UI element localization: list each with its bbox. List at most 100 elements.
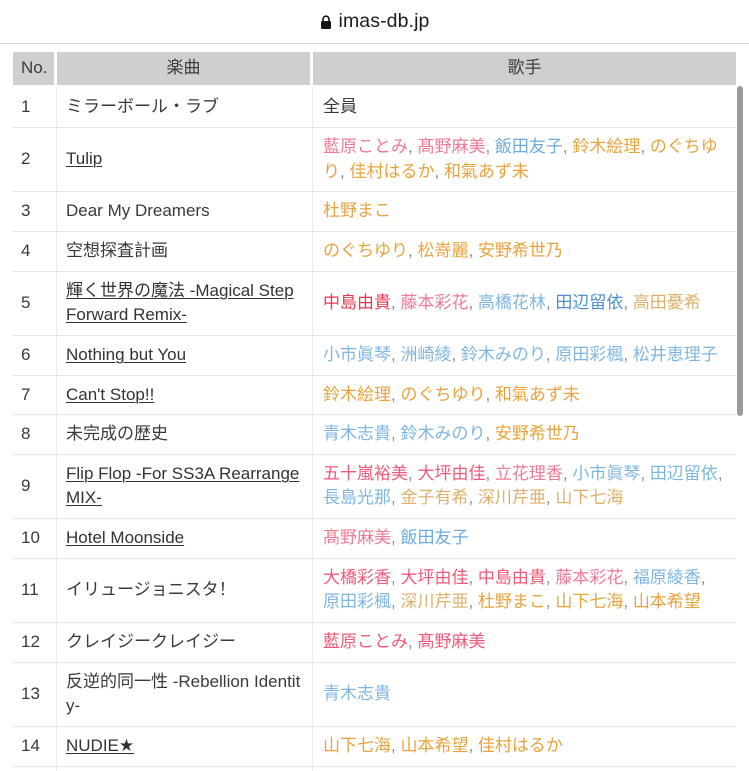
singer-separator: ,	[545, 592, 556, 612]
singer-link[interactable]: 髙野麻美	[417, 632, 485, 651]
singer-link[interactable]: 金子有希	[400, 488, 468, 507]
song-title-link[interactable]: 輝く世界の魔法 -Magical Step Forward Remix-	[66, 281, 294, 325]
singer-link[interactable]: 中島由貴	[323, 293, 391, 312]
singer-link[interactable]: 山本希望	[400, 736, 468, 755]
singer-link[interactable]: 長島光那	[323, 488, 391, 507]
song-title-link[interactable]: Flip Flop -For SS3A Rearrange MIX-	[66, 464, 299, 508]
singer-link[interactable]: 藤本彩花	[555, 568, 623, 587]
singer-list-cell: 大橋彩香, 大坪由佳, 中島由貴, 藤本彩花, 福原綾香, 原田彩楓, 深川芹亜…	[313, 559, 736, 623]
song-title-cell: 未完成の歴史	[57, 415, 313, 455]
singer-link[interactable]: 髙野麻美	[417, 137, 485, 156]
singer-link[interactable]: 安野希世乃	[478, 241, 563, 260]
singer-link[interactable]: のぐちゆり	[323, 241, 408, 260]
singer-separator: ,	[562, 463, 573, 483]
singer-link[interactable]: 田辺留依	[650, 464, 718, 483]
singer-separator: ,	[485, 384, 495, 404]
singer-list-cell: のぐちゆり, 松嵜麗, 安野希世乃	[313, 232, 736, 272]
singer-link[interactable]: 大橋彩香	[323, 568, 391, 587]
singer-list-cell: 髙野麻美, 飯田友子	[313, 519, 736, 559]
singer-list-cell: 山下七海, 山本希望, 佳村はるか	[313, 727, 736, 767]
singer-link[interactable]: 大坪由佳	[400, 568, 468, 587]
song-title-cell: Tulip	[57, 128, 313, 193]
singer-link[interactable]: 佳村はるか	[478, 736, 563, 755]
singer-separator: ,	[623, 344, 633, 364]
singer-link[interactable]: 杜野まこ	[323, 201, 391, 220]
singer-link[interactable]: 鈴木絵理	[572, 137, 640, 156]
singer-list-cell: 全員	[313, 88, 736, 129]
singer-link[interactable]: 山下七海	[555, 592, 623, 611]
singer-link[interactable]: 鈴木絵理	[323, 385, 391, 404]
singer-link[interactable]: 飯田友子	[495, 137, 563, 156]
table-row: 4 空想探査計画 のぐちゆり, 松嵜麗, 安野希世乃	[13, 231, 736, 272]
singer-link[interactable]: 青木志貴	[323, 424, 391, 443]
singer-separator: ,	[485, 463, 495, 483]
row-number: 7	[13, 375, 57, 416]
singer-link[interactable]: 髙野麻美	[323, 528, 391, 547]
singer-link[interactable]: 藍原ことみ	[323, 632, 408, 651]
singer-link[interactable]: 和氣あず未	[495, 385, 580, 404]
song-title-cell: Can't Stop!!	[57, 375, 313, 416]
singer-link[interactable]: 小市眞琴	[323, 345, 391, 364]
singer-list-cell: 青木志貴, 鈴木みのり, 安野希世乃	[313, 415, 736, 455]
song-title-link[interactable]: Hotel Moonside	[66, 528, 184, 547]
singer-link[interactable]: 高田憂希	[633, 293, 701, 312]
singer-link[interactable]: 全員	[323, 97, 357, 116]
singer-link[interactable]: 松嵜麗	[417, 241, 468, 260]
singer-link[interactable]: 山本希望	[633, 592, 701, 611]
song-title-link[interactable]: Tulip	[66, 149, 102, 168]
singer-list-cell: 藍原ことみ, 髙野麻美	[313, 623, 736, 663]
singer-link[interactable]: 原田彩楓	[323, 592, 391, 611]
singer-link[interactable]: 原田彩楓	[555, 345, 623, 364]
song-title-cell: 空想探査計画	[57, 231, 313, 272]
singer-link[interactable]: 田辺留依	[555, 293, 623, 312]
vertical-scrollbar-track[interactable]	[737, 44, 747, 771]
singer-separator: ,	[485, 424, 495, 444]
singer-link[interactable]: 杜野まこ	[478, 592, 546, 611]
singer-link[interactable]: のぐちゆり	[400, 385, 485, 404]
singer-link[interactable]: 飯田友子	[400, 528, 468, 547]
vertical-scrollbar-thumb[interactable]	[737, 86, 743, 416]
song-title-cell: Nation Blue	[57, 766, 313, 771]
song-title-link[interactable]: NUDIE★	[66, 736, 134, 755]
singer-link[interactable]: 洲崎綾	[400, 345, 451, 364]
singer-link[interactable]: 和氣あず未	[444, 162, 529, 181]
singer-link[interactable]: 山下七海	[555, 488, 623, 507]
singer-link[interactable]: 鈴木みのり	[400, 424, 485, 443]
singer-link[interactable]: 五十嵐裕美	[323, 464, 408, 483]
singer-link[interactable]: 深川芹亜	[478, 488, 546, 507]
singer-link[interactable]: 松井恵理子	[633, 345, 718, 364]
row-number: 11	[13, 558, 57, 623]
singer-link[interactable]: 小市眞琴	[572, 464, 640, 483]
singer-link[interactable]: 高橋花林	[478, 293, 546, 312]
table-row: 15Nation Blue大空直美, 立花理香, 松井恵理子, 高田憂希, 松嵜…	[13, 766, 736, 771]
singer-link[interactable]: 福原綾香	[633, 568, 701, 587]
song-title-link[interactable]: Nothing but You	[66, 345, 186, 364]
singer-link[interactable]: 鈴木みのり	[461, 345, 546, 364]
singer-link[interactable]: 立花理香	[495, 464, 563, 483]
url-bar-content[interactable]: imas-db.jp	[320, 10, 430, 33]
singer-separator: ,	[468, 567, 478, 587]
song-title-text: イリュージョニスタ！	[66, 580, 236, 600]
table-row: 10 Hotel Moonside 髙野麻美, 飯田友子	[13, 519, 736, 559]
lock-icon	[320, 15, 332, 30]
singer-link[interactable]: 安野希世乃	[495, 424, 580, 443]
song-title-cell: クレイジークレイジー	[57, 623, 313, 663]
singer-link[interactable]: 佳村はるか	[349, 162, 434, 181]
table-row: 5 輝く世界の魔法 -Magical Step Forward Remix- 中島由…	[13, 271, 736, 336]
song-title-cell: Nothing but You	[57, 335, 313, 376]
singer-link[interactable]: 中島由貴	[478, 568, 546, 587]
singer-link[interactable]: 藍原ことみ	[323, 137, 408, 156]
singer-link[interactable]: 青木志貴	[323, 684, 391, 703]
table-row: 9 Flip Flop -For SS3A Rearrange MIX- 五十嵐裕美…	[13, 454, 736, 520]
song-table-container: No. 楽曲 歌手 1 ミラーボール・ラブ 全員 2 Tulip 藍原ことみ, 髙野麻美,…	[0, 44, 749, 771]
singer-link[interactable]: 大坪由佳	[417, 464, 485, 483]
song-title-text: ミラーボール・ラブ	[66, 97, 219, 117]
singer-separator: ,	[468, 592, 478, 612]
singer-link[interactable]: 山下七海	[323, 736, 391, 755]
song-title-link[interactable]: Can't Stop!!	[66, 385, 154, 404]
singer-link[interactable]: 藤本彩花	[400, 293, 468, 312]
singer-separator: ,	[562, 137, 573, 157]
singer-link[interactable]: 深川芹亜	[400, 592, 468, 611]
browser-url-bar[interactable]: imas-db.jp	[0, 0, 749, 44]
singer-separator: ,	[468, 488, 478, 508]
